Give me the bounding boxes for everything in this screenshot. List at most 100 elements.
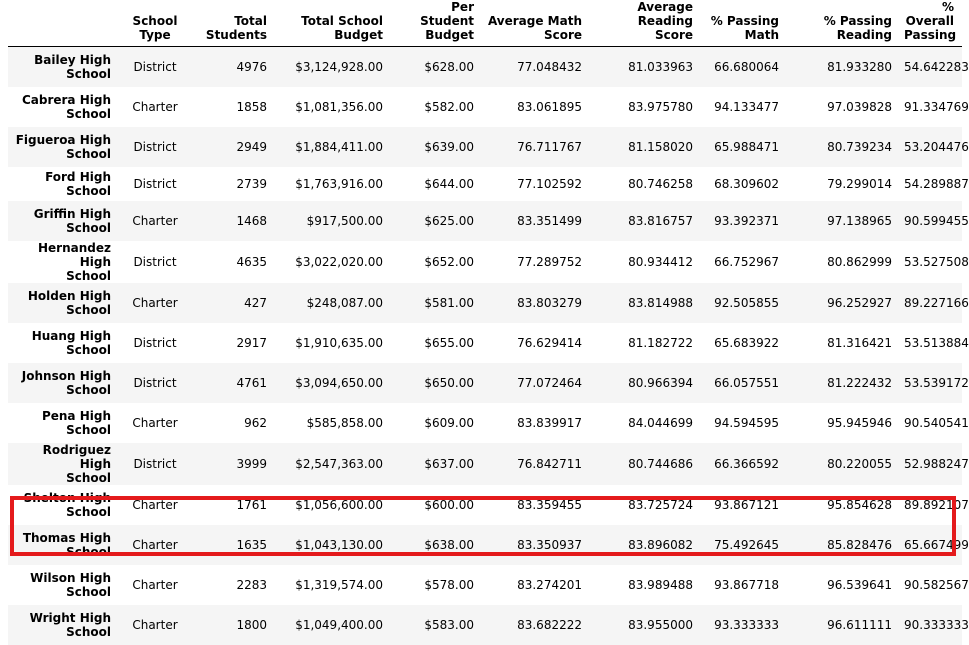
cell-pass_math: 66.680064 — [714, 59, 779, 74]
cell-pass_math: 93.867121 — [714, 497, 779, 512]
cell-reading: 81.182722 — [628, 335, 693, 350]
cell-overall: 89.892107 — [904, 497, 969, 512]
cell-reading: 83.814988 — [628, 295, 693, 310]
cell-per_student: $583.00 — [424, 617, 474, 632]
cell-pass_reading: 96.611111 — [827, 617, 892, 632]
cell-type: District — [133, 456, 177, 471]
table-row: Huang High School District 2917 $1,910,635.0… — [8, 322, 969, 363]
cell-pass_math: 66.057551 — [714, 375, 779, 390]
cell-pass_math: 68.309602 — [714, 176, 779, 191]
school-name: Rodriguez High School — [8, 443, 119, 485]
school-name-line: School — [66, 504, 111, 519]
school-name-line: School — [66, 544, 111, 559]
cell-reading: 83.955000 — [628, 617, 693, 632]
school-name-line: Ford High School — [45, 169, 111, 198]
table-body: Bailey High School District 4976 $3,124,928.… — [8, 46, 969, 645]
cell-overall: 90.333333 — [904, 617, 969, 632]
cell-pass_reading: 96.539641 — [827, 577, 892, 592]
school-name-line: School — [66, 146, 111, 161]
cell-students: 1858 — [236, 99, 267, 114]
cell-budget: $1,884,411.00 — [295, 139, 383, 154]
school-name: Huang High School — [8, 323, 119, 363]
cell-students: 1761 — [236, 497, 267, 512]
table-row: Figueroa High School District 2949 $1,884,41… — [8, 126, 969, 167]
cell-budget: $917,500.00 — [306, 213, 383, 228]
cell-math: 83.274201 — [517, 577, 582, 592]
cell-budget: $3,094,650.00 — [295, 375, 383, 390]
table-row: Thomas High School Charter 1635 $1,043,130.0… — [8, 524, 969, 565]
cell-reading: 83.725724 — [628, 497, 693, 512]
column-header-line: Budget — [425, 28, 474, 42]
table-row: Shelton High School Charter 1761 $1,056,600.… — [8, 484, 969, 525]
index-header — [8, 0, 119, 47]
cell-pass_math: 75.492645 — [714, 537, 779, 552]
cell-pass_reading: 81.316421 — [827, 335, 892, 350]
cell-budget: $1,043,130.00 — [295, 537, 383, 552]
cell-type: District — [133, 375, 177, 390]
cell-per_student: $609.00 — [424, 415, 474, 430]
cell-students: 4761 — [236, 375, 267, 390]
cell-students: 2949 — [236, 139, 267, 154]
school-name-line: School — [66, 66, 111, 81]
column-header-line: Math — [744, 28, 779, 42]
column-header-math: Average Math Score — [482, 0, 590, 47]
column-header-line: Average Math — [487, 14, 582, 28]
cell-math: 83.682222 — [517, 617, 582, 632]
cell-reading: 83.896082 — [628, 537, 693, 552]
cell-pass_math: 93.392371 — [714, 213, 779, 228]
column-header-line: % Overall — [905, 0, 954, 28]
column-header-line: Average Reading — [637, 0, 693, 28]
column-header-line: Score — [543, 28, 582, 42]
cell-overall: 54.289887 — [904, 176, 969, 191]
cell-overall: 90.582567 — [904, 577, 969, 592]
cell-per_student: $655.00 — [424, 335, 474, 350]
column-header-line: Budget — [334, 28, 383, 42]
cell-math: 83.839917 — [517, 415, 582, 430]
column-header-line: Reading — [836, 28, 892, 42]
cell-reading: 83.989488 — [628, 577, 693, 592]
cell-students: 1635 — [236, 537, 267, 552]
cell-per_student: $581.00 — [424, 295, 474, 310]
school-name: Figueroa High School — [8, 127, 119, 167]
school-name-line: Rodriguez High — [42, 442, 111, 471]
cell-budget: $2,547,363.00 — [295, 456, 383, 471]
column-header-line: Passing — [904, 28, 957, 42]
school-name-line: Pena High — [41, 408, 111, 423]
school-name-line: School — [66, 470, 111, 485]
cell-budget: $1,319,574.00 — [295, 577, 383, 592]
column-header-per_student: Per Student Budget — [391, 0, 482, 47]
cell-type: Charter — [132, 537, 178, 552]
school-name-line: School — [66, 220, 111, 235]
cell-per_student: $639.00 — [424, 139, 474, 154]
cell-per_student: $628.00 — [424, 59, 474, 74]
school-name-line: Johnson High — [21, 368, 111, 383]
cell-overall: 90.540541 — [904, 415, 969, 430]
cell-overall: 90.599455 — [904, 213, 969, 228]
cell-type: Charter — [132, 497, 178, 512]
cell-math: 77.048432 — [517, 59, 582, 74]
cell-per_student: $644.00 — [424, 176, 474, 191]
table-row: Hernandez High School District 4635 $3,022,0… — [8, 240, 969, 283]
cell-pass_reading: 97.039828 — [827, 99, 892, 114]
cell-per_student: $650.00 — [424, 375, 474, 390]
cell-students: 962 — [244, 415, 267, 430]
column-header-pass_math: % Passing Math — [701, 0, 787, 47]
cell-students: 4635 — [236, 254, 267, 269]
cell-pass_reading: 96.252927 — [827, 295, 892, 310]
column-header-line: Type — [139, 28, 171, 42]
school-name-line: Huang High — [31, 328, 111, 343]
cell-pass_reading: 79.299014 — [827, 176, 892, 191]
school-name: Ford High School — [8, 167, 119, 201]
school-name: Johnson High School — [8, 363, 119, 403]
cell-pass_math: 94.594595 — [714, 415, 779, 430]
cell-type: Charter — [132, 99, 178, 114]
cell-type: Charter — [132, 295, 178, 310]
column-header-line: Score — [654, 28, 693, 42]
school-name-line: Bailey High — [34, 52, 111, 67]
cell-reading: 84.044699 — [628, 415, 693, 430]
cell-math: 76.629414 — [517, 335, 582, 350]
column-header-overall: % Overall Passing — [900, 0, 962, 47]
table-row: Rodriguez High School District 3999 $2,547,3… — [8, 442, 969, 485]
school-name-line: Cabrera High — [21, 92, 111, 107]
cell-overall: 53.527508 — [904, 254, 969, 269]
